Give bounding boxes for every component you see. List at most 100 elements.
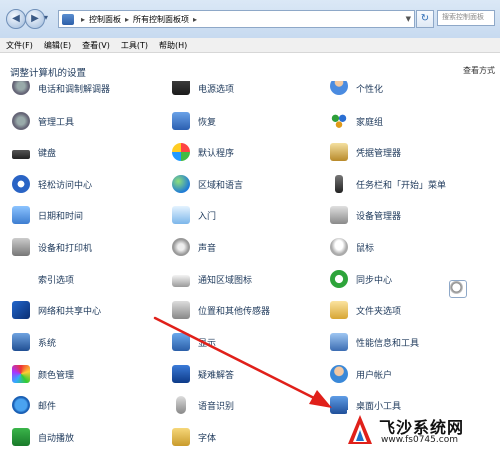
item-label: 语音识别 (198, 401, 235, 412)
page-title: 调整计算机的设置 (10, 68, 87, 79)
credential-icon (330, 143, 348, 161)
item-date-time[interactable]: 日期和时间 (12, 205, 83, 225)
item-notification-icons[interactable]: 通知区域图标 (172, 269, 252, 289)
speaker-icon (172, 238, 190, 256)
item-mouse[interactable]: 鼠标 (330, 237, 374, 257)
watermark: 飞沙系统网 www.fs0745.com (347, 410, 497, 450)
menu-help[interactable]: 帮助(H) (153, 38, 192, 52)
item-label: 管理工具 (38, 117, 75, 128)
item-default-programs[interactable]: 默认程序 (172, 142, 234, 162)
item-label: 个性化 (356, 85, 384, 95)
item-label: 性能信息和工具 (356, 338, 420, 349)
item-label: 电源选项 (198, 85, 235, 95)
menu-tools[interactable]: 工具(T) (115, 38, 153, 52)
breadcrumb-item[interactable]: 所有控制面板项 (133, 14, 189, 25)
item-speech-recognition[interactable]: 语音识别 (172, 395, 234, 415)
item-folder-options[interactable]: 文件夹选项 (330, 300, 401, 320)
item-mail[interactable]: 邮件 (12, 395, 56, 415)
item-fonts[interactable]: 字体 (172, 427, 216, 447)
item-label: 凭据管理器 (356, 148, 402, 159)
recent-pages-dropdown-icon[interactable]: ▾ (44, 13, 54, 23)
item-label: 索引选项 (38, 275, 75, 286)
indexing-icon (449, 280, 467, 298)
item-keyboard[interactable]: 键盘 (12, 142, 56, 162)
item-label: 轻松访问中心 (38, 180, 93, 191)
item-label: 显示 (198, 338, 217, 349)
item-location-sensors[interactable]: 位置和其他传感器 (172, 300, 270, 320)
chevron-right-icon[interactable]: ▸ (81, 15, 85, 24)
item-homegroup[interactable]: 家庭组 (330, 111, 383, 131)
chevron-right-icon[interactable]: ▸ (125, 15, 129, 24)
item-performance[interactable]: 性能信息和工具 (330, 332, 419, 352)
item-system[interactable]: 系统 (12, 332, 56, 352)
default-programs-icon (172, 143, 190, 161)
item-label: 网络和共享中心 (38, 306, 102, 317)
item-network-sharing[interactable]: 网络和共享中心 (12, 300, 101, 320)
color-management-icon (12, 365, 30, 383)
back-button[interactable]: ◀ (6, 9, 26, 29)
item-label: 入门 (198, 211, 217, 222)
item-sync-center[interactable]: 同步中心 (330, 269, 392, 289)
item-label: 任务栏和「开始」菜单 (356, 180, 447, 191)
menu-view[interactable]: 查看(V) (76, 38, 115, 52)
item-label: 家庭组 (356, 117, 384, 128)
mail-icon (12, 396, 30, 414)
ease-of-access-icon (12, 175, 30, 193)
chevron-right-icon[interactable]: ▸ (193, 15, 197, 24)
item-device-manager[interactable]: 设备管理器 (330, 205, 401, 225)
item-label: 设备管理器 (356, 211, 402, 222)
autoplay-icon (12, 428, 30, 446)
item-label: 位置和其他传感器 (198, 306, 271, 317)
search-input[interactable] (437, 10, 495, 26)
item-personalization[interactable]: 个性化 (330, 81, 383, 95)
forward-button[interactable]: ▶ (25, 9, 45, 29)
item-troubleshooting[interactable]: 疑难解答 (172, 364, 234, 384)
item-label: 通知区域图标 (198, 275, 253, 286)
item-label: 鼠标 (356, 243, 375, 254)
desktop-gadgets-icon (330, 396, 348, 414)
item-label: 疑难解答 (198, 370, 235, 381)
item-region-language[interactable]: 区域和语言 (172, 174, 243, 194)
control-panel-items: 电话和调制解调器 管理工具 键盘 轻松访问中心 日期和时间 设备和打印机 索引选… (0, 81, 500, 453)
item-user-accounts[interactable]: 用户帐户 (330, 364, 392, 384)
taskbar-icon (335, 175, 343, 193)
date-time-icon (12, 206, 30, 224)
item-phone-modem[interactable]: 电话和调制解调器 (12, 81, 110, 95)
item-label: 邮件 (38, 401, 57, 412)
fonts-icon (172, 428, 190, 446)
network-icon (12, 301, 30, 319)
item-label: 文件夹选项 (356, 306, 402, 317)
troubleshooting-icon (172, 365, 190, 383)
item-label: 字体 (198, 433, 217, 444)
address-dropdown-icon[interactable]: ▼ (406, 15, 411, 23)
refresh-button[interactable]: ↻ (416, 10, 434, 28)
item-credential-manager[interactable]: 凭据管理器 (330, 142, 401, 162)
menu-file[interactable]: 文件(F) (0, 38, 38, 52)
watermark-logo-icon (348, 415, 372, 444)
item-admin-tools[interactable]: 管理工具 (12, 111, 74, 131)
content-header: 调整计算机的设置 查看方式 (0, 53, 500, 81)
item-sound[interactable]: 声音 (172, 237, 216, 257)
item-color-management[interactable]: 颜色管理 (12, 364, 74, 384)
item-autoplay[interactable]: 自动播放 (12, 427, 74, 447)
item-power-options[interactable]: 电源选项 (172, 81, 234, 95)
system-icon (12, 333, 30, 351)
breadcrumb[interactable]: ▸ 控制面板 ▸ 所有控制面板项 ▸ ▼ (58, 10, 415, 28)
item-getting-started[interactable]: 入门 (172, 205, 216, 225)
menu-edit[interactable]: 编辑(E) (38, 38, 76, 52)
homegroup-icon (330, 112, 348, 130)
item-devices-printers[interactable]: 设备和打印机 (12, 237, 92, 257)
item-indexing[interactable]: 索引选项 (12, 269, 467, 298)
item-display[interactable]: 显示 (172, 332, 216, 352)
breadcrumb-item[interactable]: 控制面板 (89, 14, 121, 25)
item-label: 电话和调制解调器 (38, 85, 111, 95)
location-sensor-icon (172, 301, 190, 319)
sync-icon (330, 270, 348, 288)
item-label: 键盘 (38, 148, 57, 159)
view-by-label[interactable]: 查看方式 (463, 65, 495, 76)
item-recovery[interactable]: 恢复 (172, 111, 216, 131)
item-ease-of-access[interactable]: 轻松访问中心 (12, 174, 92, 194)
recovery-icon (172, 112, 190, 130)
item-taskbar-start[interactable]: 任务栏和「开始」菜单 (330, 174, 446, 194)
globe-icon (172, 175, 190, 193)
